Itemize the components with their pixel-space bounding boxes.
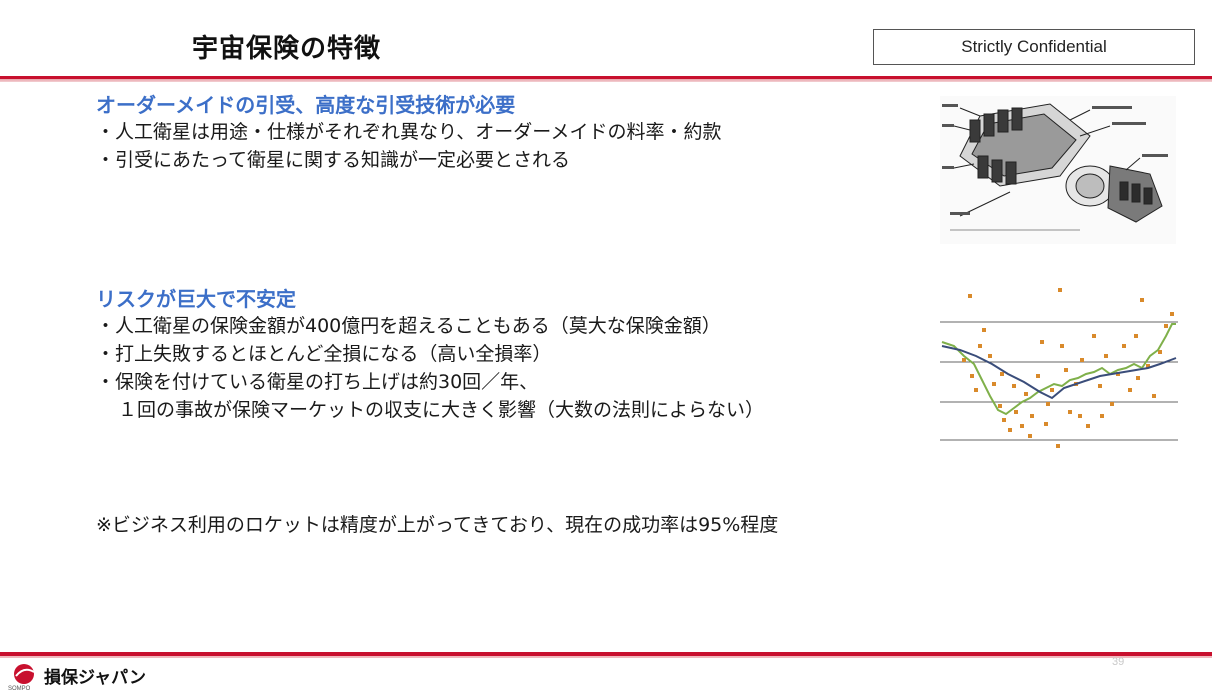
- bullet-item: ・保険を付けている衛星の打ち上げは約30回／年、: [96, 371, 539, 393]
- logo-text: SOMPO: [8, 686, 31, 692]
- bullet-item: ・人工衛星は用途・仕様がそれぞれ異なり、オーダーメイドの料率・約款: [96, 121, 722, 143]
- section-custom-underwriting: オーダーメイドの引受、高度な引受技術が必要 ・人工衛星は用途・仕様がそれぞれ異な…: [96, 92, 721, 174]
- footer-divider-shadow: [0, 656, 1212, 658]
- bullet-item: ・打上失敗するとほとんど全損になる（高い全損率）: [96, 343, 552, 365]
- confidentiality-label: Strictly Confidential: [873, 29, 1195, 65]
- header-divider: [0, 76, 1212, 82]
- slide-title: 宇宙保険の特徴: [192, 34, 382, 64]
- page-number: 39: [1112, 656, 1125, 668]
- section-heading: オーダーメイドの引受、高度な引受技術が必要: [96, 93, 516, 117]
- loss-ratio-trend-chart: [940, 284, 1178, 456]
- company-name: 損保ジャパン: [44, 668, 146, 688]
- bullet-item: ・引受にあたって衛星に関する知識が一定必要とされる: [96, 149, 571, 171]
- section-large-risk: リスクが巨大で不安定 ・人工衛星の保険金額が400億円を超えることもある（莫大な…: [96, 286, 764, 424]
- bullet-item: １回の事故が保険マーケットの収支に大きく影響（大数の法則によらない）: [118, 399, 765, 421]
- bullet-item: ・人工衛星の保険金額が400億円を超えることもある（莫大な保険金額）: [96, 315, 721, 337]
- satellite-illustration: [940, 96, 1176, 244]
- footnote: ※ビジネス利用のロケットは精度が上がってきており、現在の成功率は95%程度: [96, 514, 779, 536]
- section-heading: リスクが巨大で不安定: [96, 287, 296, 311]
